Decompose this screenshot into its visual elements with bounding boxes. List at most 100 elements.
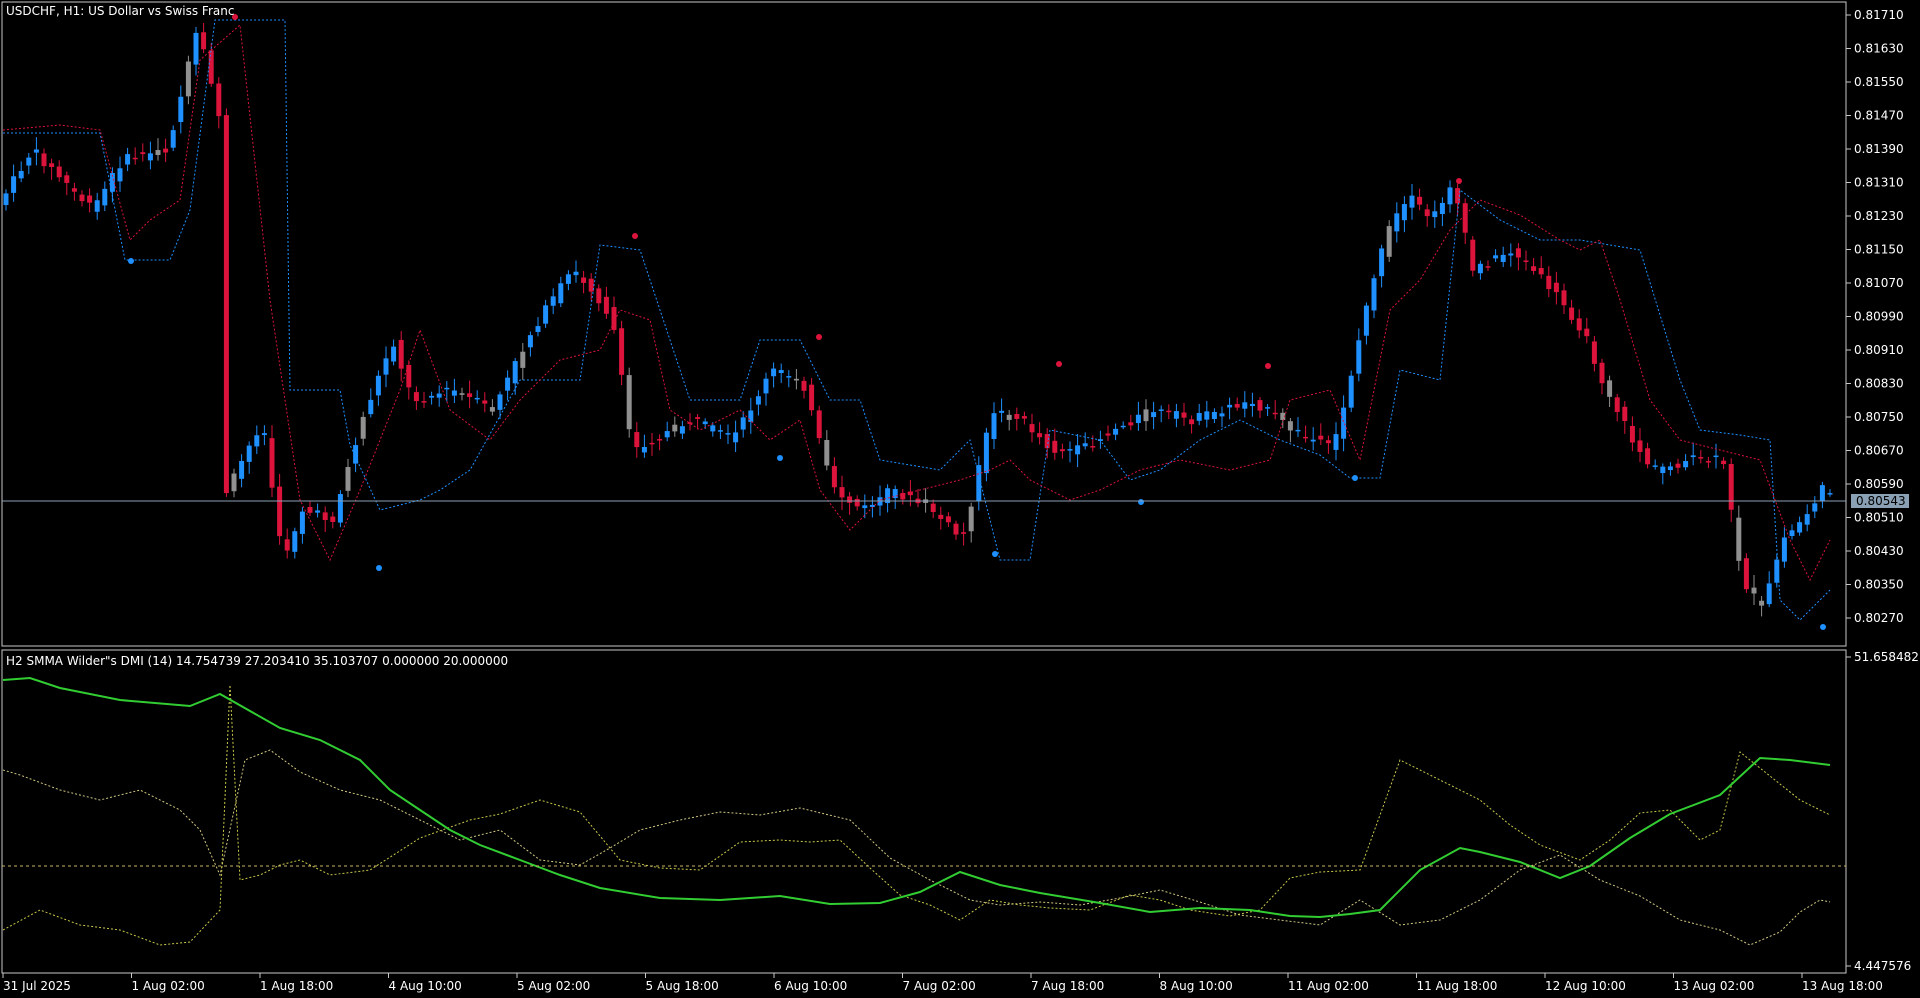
candle-body xyxy=(1075,445,1081,455)
candle-body xyxy=(1037,433,1043,438)
candle-body xyxy=(505,377,511,391)
candle-body xyxy=(1819,485,1825,501)
candle-body xyxy=(816,410,822,439)
candle-body xyxy=(33,149,39,153)
candle-body xyxy=(535,326,541,332)
candle-body xyxy=(527,335,533,348)
candle-body xyxy=(102,188,108,206)
candle-body xyxy=(1447,187,1453,205)
candle-body xyxy=(1135,414,1141,424)
candle-body xyxy=(1143,409,1149,422)
candle-body xyxy=(1272,412,1278,415)
candle-body xyxy=(18,170,24,179)
candle-body xyxy=(337,494,343,523)
candle-body xyxy=(1485,266,1491,268)
candle-body xyxy=(87,195,93,203)
candle-body xyxy=(64,175,70,183)
candle-body xyxy=(1660,466,1666,474)
time-axis[interactable]: 31 Jul 2025 1 Aug 02:00 1 Aug 18:00 4 Aug 1… xyxy=(2,973,1883,993)
candle-body xyxy=(1652,465,1658,467)
candle-body xyxy=(1120,425,1126,428)
candle-body xyxy=(619,328,625,375)
candle-body xyxy=(809,384,815,411)
candle-body xyxy=(1166,410,1172,413)
candle-body xyxy=(1029,424,1035,433)
main-pane-frame[interactable] xyxy=(1,1,1847,647)
sell-signal-dot xyxy=(632,233,638,239)
main-pane-title: USDCHF, H1: US Dollar vs Swiss Franc xyxy=(6,4,234,18)
candle-body xyxy=(429,395,435,398)
candle-body xyxy=(1713,455,1719,458)
candle-body xyxy=(125,154,131,165)
candle-body xyxy=(482,400,488,404)
candle-body xyxy=(201,32,207,50)
candle-body xyxy=(695,417,701,419)
candle-body xyxy=(1576,318,1582,331)
candle-body xyxy=(565,274,571,284)
candle-body xyxy=(1789,530,1795,537)
candle-body xyxy=(1128,422,1134,426)
candle-body xyxy=(239,460,245,479)
time-tick-label: 8 Aug 10:00 xyxy=(1160,979,1233,993)
indicator-pane-title: H2 SMMA Wilder"s DMI (14) 14.754739 27.2… xyxy=(6,654,508,668)
candle-body xyxy=(1401,204,1407,221)
candle-body xyxy=(140,152,146,155)
candle-body xyxy=(1493,255,1499,259)
candle-body xyxy=(664,431,670,438)
price-tick-label: 0.81630 xyxy=(1854,42,1904,56)
price-tick-label: 0.80990 xyxy=(1854,310,1904,324)
candle-body xyxy=(1052,440,1058,453)
candle-body xyxy=(1569,307,1575,320)
candle-body xyxy=(1173,411,1179,419)
candle-body xyxy=(79,194,85,202)
candle-body xyxy=(1736,517,1742,561)
candle-body xyxy=(383,358,389,375)
chart-window[interactable]: 0.80543 USDCHF, H1: US Dollar vs Swiss F… xyxy=(0,0,1920,998)
candle-body xyxy=(1827,493,1833,495)
indicator-pane-frame[interactable] xyxy=(1,649,1847,974)
candle-body xyxy=(999,410,1005,413)
candle-body xyxy=(1728,463,1734,510)
candle-body xyxy=(1151,412,1157,418)
candle-body xyxy=(634,432,640,448)
candle-body xyxy=(1531,266,1537,271)
candle-body xyxy=(41,153,47,167)
time-tick-label: 1 Aug 18:00 xyxy=(260,979,333,993)
candle-body xyxy=(961,532,967,534)
candle-body xyxy=(725,433,731,435)
candle-body xyxy=(1234,403,1240,408)
candle-body xyxy=(733,432,739,443)
candle-body xyxy=(489,407,495,412)
candle-body xyxy=(702,421,708,425)
candle-body xyxy=(657,439,663,441)
candle-body xyxy=(1310,439,1316,442)
candle-body xyxy=(793,378,799,381)
candle-body xyxy=(641,446,647,453)
candle-body xyxy=(155,150,161,156)
candle-body xyxy=(1113,428,1119,435)
candle-body xyxy=(1257,400,1263,411)
candle-body xyxy=(1591,341,1597,364)
candle-body xyxy=(223,115,229,494)
candle-body xyxy=(1318,435,1324,440)
candle-body xyxy=(1325,440,1331,444)
candle-body xyxy=(1204,411,1210,420)
candle-body xyxy=(467,393,473,398)
candle-body xyxy=(1379,248,1385,277)
candle-body xyxy=(208,50,214,84)
candle-body xyxy=(1462,203,1468,233)
candle-body xyxy=(26,157,32,166)
buy-signal-dot xyxy=(777,455,783,461)
price-axis[interactable]: 0.81710 0.81630 0.81550 0.81470 0.81390 0.813… xyxy=(1846,8,1904,625)
candle-body xyxy=(1797,522,1803,533)
candle-body xyxy=(216,83,222,117)
candle-body xyxy=(968,506,974,532)
price-tick-label: 0.80350 xyxy=(1854,578,1904,592)
candle-body xyxy=(801,380,807,391)
candle-body xyxy=(261,433,267,436)
candle-body xyxy=(649,442,655,445)
candle-body xyxy=(1667,466,1673,471)
candle-body xyxy=(1622,406,1628,421)
candle-body xyxy=(254,435,260,447)
candle-body xyxy=(550,296,556,306)
